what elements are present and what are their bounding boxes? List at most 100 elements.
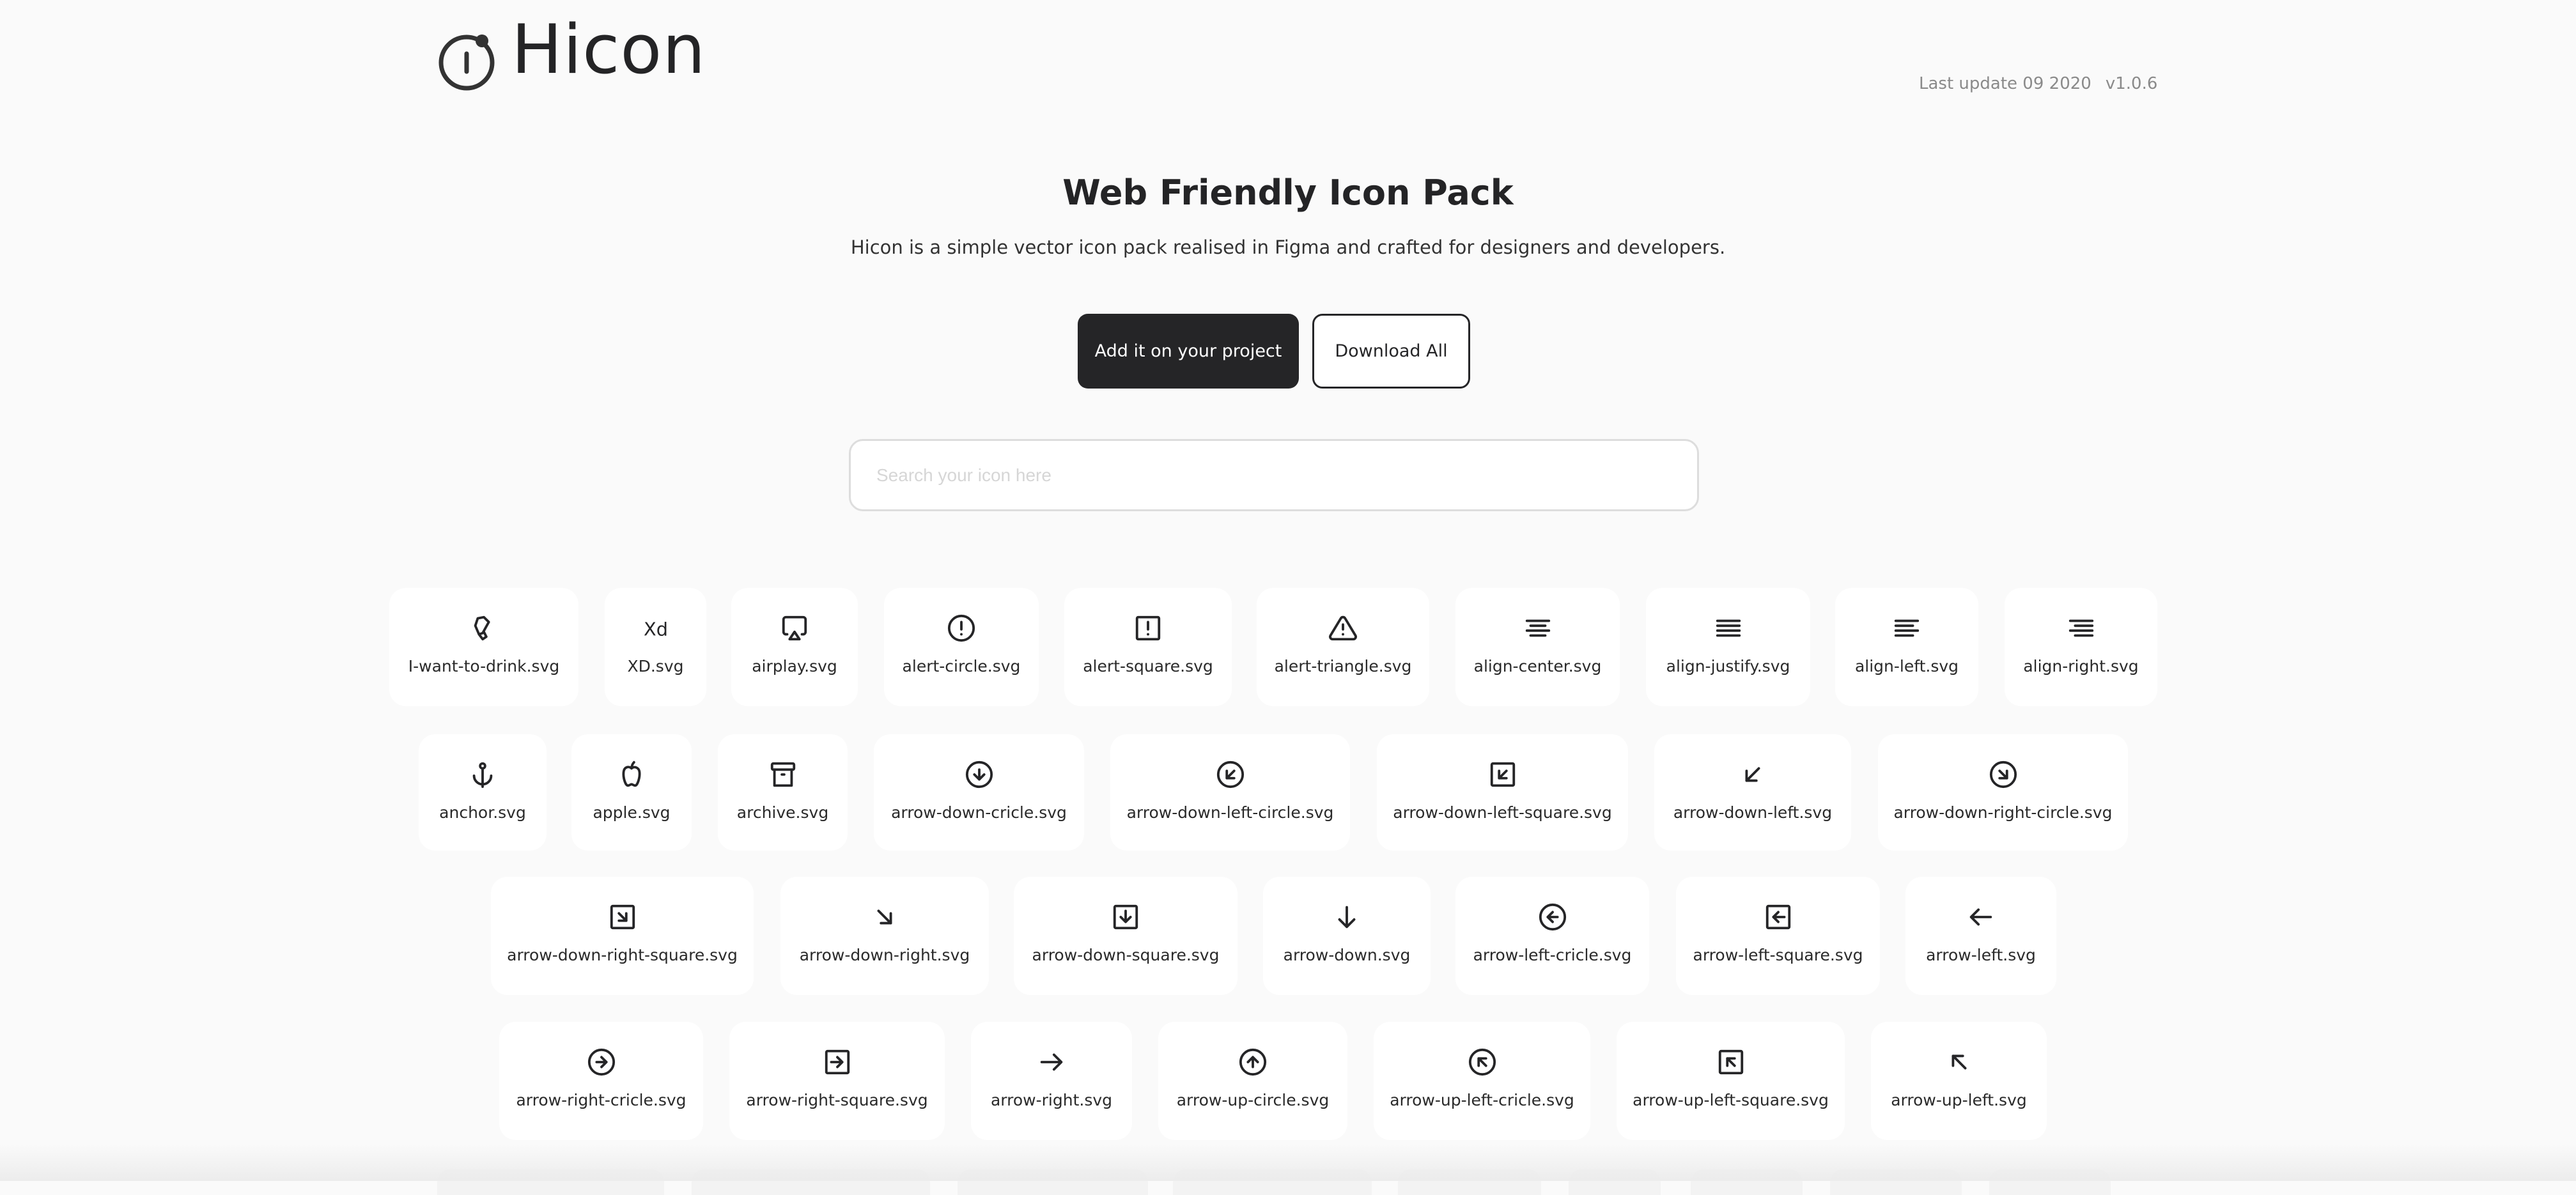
arrow-up-circle-icon [1239, 1048, 1267, 1076]
anchor-icon [472, 762, 493, 789]
icon-card-label: arrow-left.svg [1926, 946, 2036, 964]
icon-card[interactable]: Xd XD.svg [605, 588, 706, 706]
icon-card-partial[interactable] [1830, 1169, 1962, 1195]
icon-card[interactable]: arrow-down-left-circle.svg [1110, 734, 1350, 851]
add-to-project-button[interactable]: Add it on your project [1078, 314, 1299, 389]
last-update-text: Last update 09 2020 [1919, 74, 2091, 93]
arrow-left-square-icon [1765, 904, 1790, 930]
icon-card-label: align-left.svg [1854, 657, 1959, 675]
icon-card-label: anchor.svg [439, 803, 526, 822]
page-title: Web Friendly Icon Pack [1062, 173, 1514, 213]
align-center-icon [1525, 619, 1550, 637]
icon-card-partial[interactable] [1173, 1169, 1372, 1195]
icon-card[interactable]: arrow-right.svg [971, 1022, 1132, 1140]
icon-card-partial[interactable] [1398, 1169, 1541, 1195]
airplay-icon [782, 615, 807, 641]
icon-card-label: apple.svg [593, 803, 671, 822]
icon-card[interactable]: alert-circle.svg [884, 588, 1039, 706]
icon-card-label: airplay.svg [752, 657, 837, 675]
icon-card[interactable]: align-center.svg [1455, 588, 1620, 706]
icon-card[interactable]: arrow-down-cricle.svg [874, 734, 1084, 851]
hicon-logo-icon [438, 35, 495, 91]
arrow-right-square-icon [825, 1049, 850, 1075]
icon-card-label: alert-circle.svg [902, 657, 1021, 675]
icon-card-label: arrow-down-cricle.svg [891, 803, 1067, 822]
icon-card-label: arrow-up-circle.svg [1176, 1091, 1330, 1109]
icon-card-label: archive.svg [736, 803, 829, 822]
icon-card-label: arrow-down-right-square.svg [507, 946, 738, 964]
icon-card[interactable]: apple.svg [571, 734, 692, 851]
icon-card[interactable]: arrow-down-right.svg [780, 877, 989, 995]
icon-card[interactable]: align-right.svg [2005, 588, 2157, 706]
icon-card[interactable]: arrow-down-left.svg [1654, 734, 1851, 851]
alert-square-icon [1135, 615, 1161, 641]
icon-card[interactable]: arrow-up-left.svg [1871, 1022, 2047, 1140]
icon-card[interactable]: arrow-up-left-square.svg [1617, 1022, 1845, 1140]
icon-card-label: arrow-down-right.svg [799, 946, 970, 964]
alert-triangle-icon [1329, 615, 1357, 641]
arrow-down-left-icon [1745, 767, 1760, 782]
icon-card-label: arrow-up-left-cricle.svg [1390, 1091, 1574, 1109]
arrow-left-circle-icon [1539, 903, 1566, 931]
apple-icon [622, 760, 641, 787]
arrow-down-left-circle-icon [1216, 760, 1244, 789]
arrow-down-icon [1338, 906, 1356, 929]
icon-card[interactable]: archive.svg [718, 734, 848, 851]
icon-card-partial[interactable] [437, 1169, 664, 1195]
arrow-down-square-icon [1113, 904, 1138, 930]
icon-card-partial[interactable] [1691, 1169, 1803, 1195]
icon-card-label: arrow-down-square.svg [1032, 946, 1220, 964]
icon-card-label: arrow-right.svg [990, 1091, 1113, 1109]
svg-text:Xd: Xd [644, 619, 668, 640]
download-all-button[interactable]: Download All [1312, 314, 1470, 389]
icon-card[interactable]: alert-square.svg [1064, 588, 1232, 706]
icon-card-label: XD.svg [627, 657, 684, 675]
page-subtitle: Hicon is a simple vector icon pack reali… [850, 236, 1726, 258]
icon-card[interactable]: arrow-up-left-cricle.svg [1374, 1022, 1590, 1140]
icon-card[interactable]: alert-triangle.svg [1257, 588, 1429, 706]
icon-card[interactable]: arrow-right-cricle.svg [499, 1022, 703, 1140]
icon-card[interactable]: arrow-down-left-square.svg [1377, 734, 1628, 851]
icon-card[interactable]: arrow-down-right-square.svg [491, 877, 754, 995]
icon-card-label: arrow-left-cricle.svg [1473, 946, 1632, 964]
icon-card[interactable]: arrow-left-cricle.svg [1455, 877, 1649, 995]
icon-card[interactable]: arrow-down.svg [1263, 877, 1431, 995]
icon-card[interactable]: arrow-left-square.svg [1676, 877, 1880, 995]
icon-card[interactable]: align-justify.svg [1646, 588, 1810, 706]
icon-card-label: align-right.svg [2023, 657, 2139, 675]
icon-card-label: alert-triangle.svg [1274, 657, 1412, 675]
icon-card-label: arrow-up-left-square.svg [1633, 1091, 1829, 1109]
icon-card-partial[interactable] [1989, 1169, 2111, 1195]
icon-card-partial[interactable] [692, 1169, 930, 1195]
xd-icon: Xd [644, 619, 668, 640]
icon-card-label: alert-square.svg [1083, 657, 1213, 675]
arrow-up-left-icon [1951, 1054, 1966, 1070]
icon-card-label: arrow-down.svg [1283, 946, 1411, 964]
version-text: v1.0.6 [2105, 74, 2158, 93]
icon-card[interactable]: arrow-right-square.svg [729, 1022, 945, 1140]
icon-card-partial[interactable] [958, 1169, 1148, 1195]
icon-card[interactable]: arrow-down-right-circle.svg [1878, 734, 2128, 851]
arrow-down-right-icon [877, 909, 892, 925]
alert-circle-icon [947, 614, 975, 642]
icon-card[interactable]: airplay.svg [731, 588, 858, 706]
icon-card[interactable]: I-want-to-drink.svg [389, 588, 578, 706]
icon-card-label: I-want-to-drink.svg [408, 657, 560, 675]
icon-card-label: arrow-right-square.svg [746, 1091, 928, 1109]
icon-card-label: arrow-down-left-circle.svg [1126, 803, 1334, 822]
arrow-down-right-circle-icon [1989, 760, 2017, 789]
icon-card[interactable]: arrow-left.svg [1905, 877, 2056, 995]
icon-card[interactable]: align-left.svg [1835, 588, 1978, 706]
icon-card[interactable]: anchor.svg [419, 734, 547, 851]
icon-card-partial[interactable] [1569, 1169, 1661, 1195]
search-input[interactable] [849, 439, 1699, 511]
icon-card-label: arrow-left-square.svg [1693, 946, 1863, 964]
glass-icon [474, 615, 490, 641]
arrow-down-circle-icon [965, 760, 993, 789]
icon-card-label: arrow-right-cricle.svg [516, 1091, 687, 1109]
icon-card[interactable]: arrow-up-circle.svg [1158, 1022, 1347, 1140]
align-right-icon [2068, 619, 2093, 637]
arrow-right-icon [1040, 1053, 1063, 1071]
arrow-up-left-square-icon [1718, 1049, 1743, 1075]
icon-card[interactable]: arrow-down-square.svg [1014, 877, 1238, 995]
